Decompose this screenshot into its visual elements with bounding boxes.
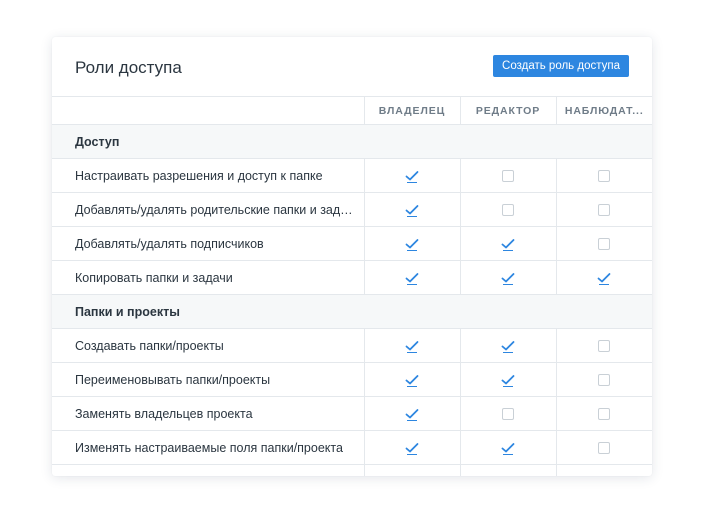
checkmark-icon[interactable] [405, 272, 419, 286]
permission-cell-owner [363, 430, 460, 465]
permission-cell-owner [363, 464, 460, 476]
permission-cell-editor [459, 192, 556, 227]
checkmark-icon[interactable] [405, 238, 419, 252]
table-row: Копировать папки и задачи [52, 260, 652, 295]
permission-cell-owner [363, 192, 460, 227]
checkmark-icon[interactable] [501, 340, 515, 354]
column-header-editor[interactable]: РЕДАКТОР [459, 97, 556, 125]
permission-cell-owner [363, 158, 460, 193]
checkmark-icon[interactable] [501, 238, 515, 252]
permission-cell-viewer [555, 464, 652, 476]
section-title: Папки и проекты [52, 294, 652, 329]
checkmark-icon[interactable] [501, 374, 515, 388]
checkmark-icon[interactable] [501, 442, 515, 456]
empty-checkbox-icon[interactable] [598, 238, 611, 251]
table-row: Добавлять/удалять подписчиков [52, 226, 652, 261]
checkmark-icon[interactable] [501, 272, 515, 286]
access-roles-card: Роли доступа Создать роль доступа ВЛАДЕЛ… [52, 37, 652, 476]
table-row: Создавать папки/проекты [52, 328, 652, 363]
checkmark-icon[interactable] [405, 340, 419, 354]
permission-label: Копировать папки и задачи [52, 260, 364, 295]
empty-checkbox-icon[interactable] [502, 170, 514, 183]
permission-cell-owner [363, 396, 460, 431]
checkmark-icon[interactable] [405, 408, 419, 422]
permission-cell-editor [459, 396, 556, 431]
permissions-table: ВЛАДЕЛЕЦ РЕДАКТОР НАБЛЮДАТ... Доступ Наст… [52, 97, 652, 476]
permission-cell-editor [459, 362, 556, 397]
empty-checkbox-icon[interactable] [598, 204, 611, 217]
table-row: Настраивать разрешения и доступ к папке [52, 158, 652, 193]
table-row: Изменять рабочий процесс по умолчанию дл… [52, 464, 652, 477]
permission-cell-editor [459, 328, 556, 363]
checkmark-icon[interactable] [405, 170, 419, 184]
table-header-row: ВЛАДЕЛЕЦ РЕДАКТОР НАБЛЮДАТ... [52, 97, 652, 125]
checkmark-icon[interactable] [405, 442, 419, 456]
checkmark-icon[interactable] [405, 204, 419, 218]
permission-cell-editor [459, 430, 556, 465]
permission-label: Переименовывать папки/проекты [52, 362, 364, 397]
permission-label: Создавать папки/проекты [52, 328, 364, 363]
permission-cell-viewer [555, 328, 652, 363]
create-access-role-button[interactable]: Создать роль доступа [493, 55, 629, 77]
permission-cell-editor [459, 260, 556, 295]
checkmark-icon[interactable] [405, 374, 419, 388]
permission-cell-owner [363, 226, 460, 261]
permission-cell-owner [363, 328, 460, 363]
column-header-viewer[interactable]: НАБЛЮДАТ... [555, 97, 652, 125]
empty-checkbox-icon[interactable] [502, 408, 514, 421]
permission-label: Заменять владельцев проекта [52, 396, 364, 431]
permission-cell-editor [459, 226, 556, 261]
table-row: Добавлять/удалять родительские папки и з… [52, 192, 652, 227]
permission-label: Добавлять/удалять подписчиков [52, 226, 364, 261]
page-title: Роли доступа [75, 58, 182, 77]
empty-checkbox-icon[interactable] [598, 408, 611, 421]
permission-cell-viewer [555, 192, 652, 227]
permission-cell-editor [459, 158, 556, 193]
permission-cell-viewer [555, 260, 652, 295]
card-header: Роли доступа Создать роль доступа [52, 37, 652, 97]
permission-cell-viewer [555, 362, 652, 397]
permission-label: Настраивать разрешения и доступ к папке [52, 158, 364, 193]
checkmark-icon[interactable] [597, 272, 612, 286]
permission-label: Изменять рабочий процесс по умолчанию дл… [52, 465, 364, 477]
permission-label: Изменять настраиваемые поля папки/проект… [52, 430, 364, 465]
table-row: Заменять владельцев проекта [52, 396, 652, 431]
permissions-table-body: Доступ Настраивать разрешения и доступ к … [52, 124, 652, 477]
permission-cell-editor [459, 464, 556, 476]
empty-checkbox-icon[interactable] [598, 442, 611, 455]
permission-cell-viewer [555, 430, 652, 465]
empty-checkbox-icon[interactable] [598, 340, 611, 353]
permission-cell-owner [363, 260, 460, 295]
permission-label: Добавлять/удалять родительские папки и з… [52, 192, 364, 227]
permission-cell-viewer [555, 396, 652, 431]
section-title: Доступ [52, 124, 652, 159]
section-header-row: Доступ [52, 124, 652, 159]
column-header-owner[interactable]: ВЛАДЕЛЕЦ [363, 97, 460, 125]
empty-checkbox-icon[interactable] [598, 374, 611, 387]
permission-cell-viewer [555, 226, 652, 261]
permission-cell-viewer [555, 158, 652, 193]
empty-checkbox-icon[interactable] [502, 204, 514, 217]
permission-cell-owner [363, 362, 460, 397]
table-row: Изменять настраиваемые поля папки/проект… [52, 430, 652, 465]
section-header-row: Папки и проекты [52, 294, 652, 329]
permission-column-header [52, 97, 364, 125]
empty-checkbox-icon[interactable] [598, 170, 611, 183]
table-row: Переименовывать папки/проекты [52, 362, 652, 397]
